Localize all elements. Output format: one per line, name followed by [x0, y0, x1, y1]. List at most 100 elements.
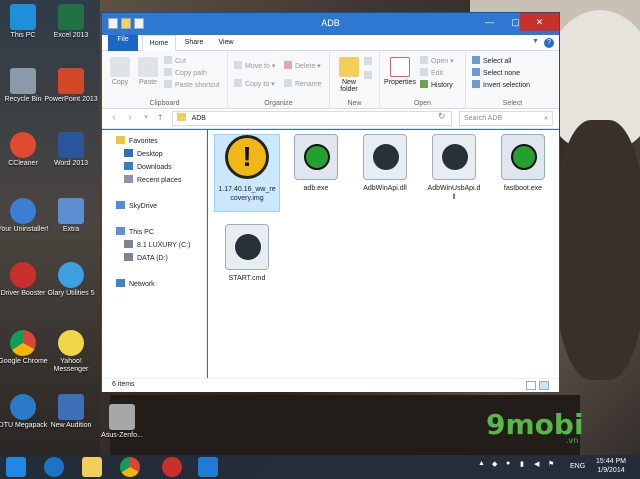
ribbon-group-organize: Move to ▾ Copy to ▾ Delete ▾ Rename Orga…: [228, 51, 330, 109]
recent-locations-icon[interactable]: ▾: [140, 112, 152, 124]
paste-icon: [138, 57, 158, 77]
copy-path-button[interactable]: Copy path: [164, 68, 207, 77]
close-button[interactable]: ✕: [520, 13, 559, 31]
cut-button[interactable]: Cut: [164, 56, 186, 65]
chrome-icon: [10, 330, 36, 356]
delete-x-icon: [284, 61, 292, 69]
paste-button[interactable]: Paste: [136, 57, 160, 86]
tab-file[interactable]: File: [108, 35, 138, 51]
details-view-icon[interactable]: [526, 381, 536, 390]
desktop-icon: [124, 149, 133, 157]
start-button[interactable]: [6, 457, 26, 477]
nav-item-this-pc[interactable]: This PC: [116, 227, 154, 236]
edit-button[interactable]: Edit: [420, 68, 443, 77]
item-count: 6 items: [112, 381, 135, 388]
tab-home[interactable]: Home: [142, 35, 176, 51]
help-icon[interactable]: ?: [544, 38, 554, 48]
wallpaper-person: [555, 120, 640, 380]
taskbar: ▲ ◆ ● ▮ ◀ ⚑ ENG 15:44 PM 1/9/2014: [0, 455, 640, 479]
nav-item-favorites[interactable]: Favorites: [116, 136, 158, 145]
desktop-icon-glary-utilities[interactable]: Glary Utilities 5: [42, 262, 100, 298]
paste-shortcut-button[interactable]: Paste shortcut: [164, 80, 220, 89]
dll-gear-icon: [363, 134, 407, 180]
properties-button[interactable]: Properties: [384, 57, 416, 86]
nav-item-skydrive[interactable]: SkyDrive: [116, 201, 157, 210]
select-group-label: Select: [502, 100, 523, 107]
network-status-icon[interactable]: ▮: [520, 460, 524, 468]
back-arrow-icon[interactable]: ‹: [108, 112, 120, 124]
tray-icon[interactable]: ◆: [492, 460, 497, 468]
powerpoint-icon: [58, 68, 84, 94]
file-item[interactable]: AdbWinUsbApi.d ll: [421, 134, 487, 202]
word-icon: [58, 132, 84, 158]
explorer-window: ADB — ▢ ✕ File Home Share View ▼ ? Copy …: [101, 12, 560, 392]
large-icons-view-icon[interactable]: [539, 381, 549, 390]
speaker-icon[interactable]: ◀: [534, 460, 539, 468]
teamviewer-icon[interactable]: [198, 457, 218, 477]
nav-item-drive-d[interactable]: DATA (D:): [124, 253, 168, 262]
tray-icon[interactable]: ▲: [478, 460, 485, 467]
ribbon-group-clipboard: Copy Paste Cut Copy path Paste shortcut …: [102, 51, 228, 109]
history-button[interactable]: History: [420, 80, 453, 89]
file-item[interactable]: fastboot.exe: [490, 134, 556, 193]
warning-icon: !: [225, 135, 269, 181]
desktop-icon-word[interactable]: Word 2013: [42, 132, 100, 168]
file-item[interactable]: START.cmd: [214, 224, 280, 283]
address-path-field[interactable]: ADB: [172, 111, 452, 126]
breadcrumb-current[interactable]: ADB: [192, 115, 206, 122]
search-input[interactable]: Search ADB ⌕: [459, 111, 553, 126]
rename-button[interactable]: Rename: [284, 79, 321, 88]
invert-selection-button[interactable]: Invert selection: [472, 80, 530, 89]
new-item-button[interactable]: [364, 57, 375, 66]
tab-view[interactable]: View: [212, 35, 240, 51]
star-icon: [116, 136, 125, 144]
copy-icon: [110, 57, 130, 77]
select-none-button[interactable]: Select none: [472, 68, 520, 77]
folder-path-icon: [177, 113, 186, 121]
delete-button[interactable]: Delete ▾: [284, 61, 321, 70]
tray-icon[interactable]: ●: [506, 460, 510, 467]
open-button[interactable]: Open ▾: [420, 56, 454, 65]
minimize-button[interactable]: —: [477, 13, 502, 31]
desktop-icon-asus-zenfone[interactable]: Asus-Zenfo...: [92, 404, 152, 440]
app-taskbar-icon[interactable]: [162, 457, 182, 477]
desktop-icon-extra[interactable]: Extra: [42, 198, 100, 234]
forward-arrow-icon[interactable]: ›: [124, 112, 136, 124]
new-folder-button[interactable]: New folder: [336, 57, 362, 93]
file-item[interactable]: adb.exe: [283, 134, 349, 193]
file-item[interactable]: AdbWinApi.dll: [352, 134, 418, 193]
rename-icon: [284, 79, 292, 87]
file-item[interactable]: ! 1.17.40.16_ww_re covery.img: [214, 134, 280, 212]
chrome-taskbar-icon[interactable]: [120, 457, 140, 477]
clock[interactable]: 15:44 PM 1/9/2014: [596, 457, 626, 475]
copy-to-button[interactable]: Copy to ▾: [234, 79, 275, 88]
language-indicator[interactable]: ENG: [570, 463, 585, 470]
paste-shortcut-icon: [164, 80, 172, 88]
file-explorer-icon[interactable]: [82, 457, 102, 477]
navigation-pane: Favorites Desktop Downloads Recent place…: [102, 130, 207, 378]
nav-item-desktop[interactable]: Desktop: [124, 149, 163, 158]
move-to-button[interactable]: Move to ▾: [234, 61, 275, 70]
desktop-icon-excel[interactable]: Excel 2013: [42, 4, 100, 40]
flag-icon[interactable]: ⚑: [548, 460, 554, 468]
up-arrow-icon[interactable]: ↑: [154, 112, 166, 124]
nav-item-network[interactable]: Network: [116, 279, 155, 288]
recycle-bin-icon: [10, 68, 36, 94]
refresh-icon[interactable]: ↻: [438, 111, 446, 122]
desktop-icon-yahoo-messenger[interactable]: Yahoo! Messenger: [42, 330, 100, 374]
nav-item-recent-places[interactable]: Recent places: [124, 175, 181, 184]
easy-access-button[interactable]: [364, 71, 375, 80]
internet-explorer-icon[interactable]: [44, 457, 64, 477]
ribbon-collapse-icon[interactable]: ▼: [532, 38, 539, 45]
select-all-button[interactable]: Select all: [472, 56, 511, 65]
move-to-icon: [234, 61, 242, 69]
nav-item-downloads[interactable]: Downloads: [124, 162, 172, 171]
open-icon: [420, 56, 428, 64]
copy-button[interactable]: Copy: [108, 57, 132, 86]
tab-share[interactable]: Share: [180, 35, 208, 51]
copy-path-icon: [164, 68, 172, 76]
copy-to-icon: [234, 79, 242, 87]
desktop-icon-powerpoint[interactable]: PowerPoint 2013: [42, 68, 100, 104]
invert-selection-icon: [472, 80, 480, 88]
nav-item-drive-c[interactable]: 8.1 LUXURY (C:): [124, 240, 190, 249]
